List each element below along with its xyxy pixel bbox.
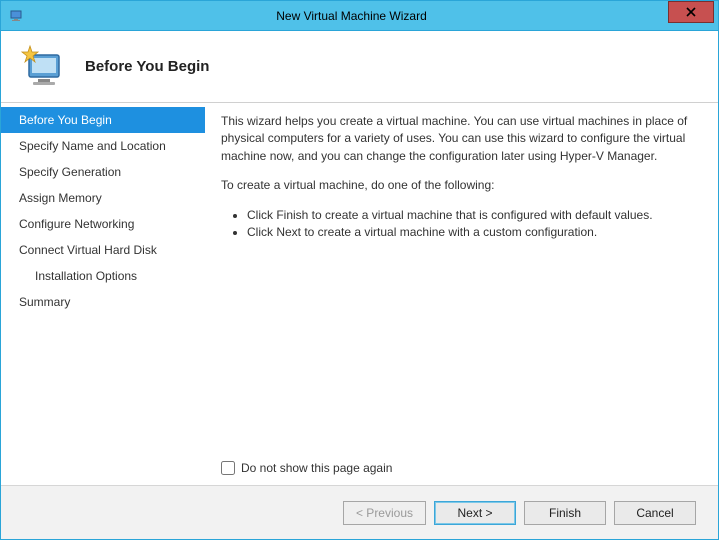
step-specify-name-location[interactable]: Specify Name and Location [1, 133, 205, 159]
step-connect-virtual-hard-disk[interactable]: Connect Virtual Hard Disk [1, 237, 205, 263]
step-before-you-begin[interactable]: Before You Begin [1, 107, 205, 133]
step-summary[interactable]: Summary [1, 289, 205, 315]
monitor-star-icon [19, 43, 67, 91]
bullet-next: Click Next to create a virtual machine w… [247, 224, 694, 241]
wizard-body: Before You Begin Specify Name and Locati… [1, 103, 718, 485]
intro-text: This wizard helps you create a virtual m… [221, 113, 694, 165]
finish-button[interactable]: Finish [524, 501, 606, 525]
do-not-show-row: Do not show this page again [221, 460, 392, 477]
cancel-button[interactable]: Cancel [614, 501, 696, 525]
step-assign-memory[interactable]: Assign Memory [1, 185, 205, 211]
instruction-list: Click Finish to create a virtual machine… [221, 207, 694, 242]
titlebar: New Virtual Machine Wizard [1, 1, 718, 31]
wizard-header: Before You Begin [1, 31, 718, 103]
window-title: New Virtual Machine Wizard [0, 9, 718, 23]
bullet-finish: Click Finish to create a virtual machine… [247, 207, 694, 224]
page-title: Before You Begin [85, 58, 209, 75]
step-installation-options[interactable]: Installation Options [1, 263, 205, 289]
close-button[interactable] [668, 1, 714, 23]
next-button[interactable]: Next > [434, 501, 516, 525]
previous-button: < Previous [343, 501, 426, 525]
wizard-footer: < Previous Next > Finish Cancel [1, 485, 718, 539]
step-configure-networking[interactable]: Configure Networking [1, 211, 205, 237]
do-not-show-label[interactable]: Do not show this page again [241, 460, 392, 477]
wizard-steps-sidebar: Before You Begin Specify Name and Locati… [1, 103, 205, 485]
step-specify-generation[interactable]: Specify Generation [1, 159, 205, 185]
close-icon [686, 7, 696, 17]
instruction-text: To create a virtual machine, do one of t… [221, 177, 694, 194]
wizard-window: New Virtual Machine Wizard Before You Be… [0, 0, 719, 540]
wizard-content: This wizard helps you create a virtual m… [205, 103, 718, 485]
do-not-show-checkbox[interactable] [221, 461, 235, 475]
